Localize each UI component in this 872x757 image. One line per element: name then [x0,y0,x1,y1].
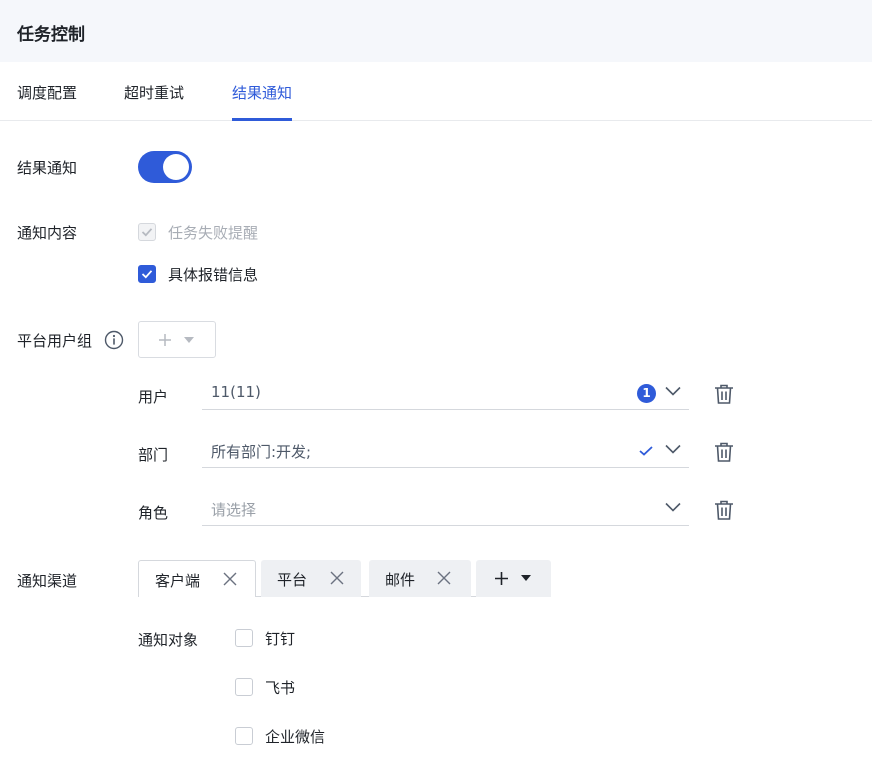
dingtalk-checkbox[interactable] [235,629,253,647]
caret-down-icon [184,337,194,343]
notify-content-label: 通知内容 [17,224,78,242]
user-select-value: 11(11) [211,383,261,401]
task-failure-checkbox[interactable] [138,223,156,241]
switch-knob [163,154,189,180]
caret-down-icon [521,575,531,581]
platform-group-label: 平台用户组 [17,332,93,350]
page-header: 任务控制 [0,0,872,62]
check-icon [141,270,153,279]
plus-icon [495,572,508,585]
tab-bar: 调度配置 超时重试 结果通知 [0,62,872,121]
dept-select-value: 所有部门:开发; [211,443,312,461]
error-detail-label: 具体报错信息 [168,266,259,284]
result-notify-switch[interactable] [138,151,192,183]
dingtalk-label: 钉钉 [265,630,296,648]
role-select[interactable]: 请选择 [202,492,689,526]
channel-tabs: 客户端 平台 邮件 [138,560,551,597]
trash-icon[interactable] [713,499,735,521]
channel-tab-label: 客户端 [155,572,201,590]
trash-icon[interactable] [713,441,735,463]
wecom-checkbox[interactable] [235,727,253,745]
trash-icon[interactable] [713,383,735,405]
add-group-button[interactable] [138,321,216,358]
check-icon [141,228,153,237]
channel-tab-label: 平台 [277,571,308,589]
channels-label: 通知渠道 [17,572,78,590]
dept-select[interactable]: 所有部门:开发; [202,434,689,468]
close-icon[interactable] [437,571,451,585]
task-failure-label: 任务失败提醒 [168,224,259,242]
channel-tab-email[interactable]: 邮件 [369,560,471,597]
error-detail-checkbox[interactable] [138,265,156,283]
feishu-label: 飞书 [265,679,296,697]
user-row-label: 用户 [138,388,169,406]
close-icon[interactable] [330,571,344,585]
tab-schedule-config[interactable]: 调度配置 [17,82,77,121]
role-select-placeholder: 请选择 [211,501,257,519]
chevron-down-icon [665,444,681,454]
check-icon [639,446,653,456]
page-title: 任务控制 [17,25,85,45]
wecom-label: 企业微信 [265,728,326,746]
close-icon[interactable] [223,572,237,586]
user-select[interactable]: 11(11) 1 [202,376,689,410]
channel-tab-label: 邮件 [385,571,416,589]
tab-timeout-retry[interactable]: 超时重试 [124,82,184,121]
role-row-label: 角色 [138,504,169,522]
plus-icon [159,334,171,346]
channel-tab-platform[interactable]: 平台 [261,560,361,597]
notify-target-label: 通知对象 [138,631,199,649]
chevron-down-icon [665,386,681,396]
add-channel-button[interactable] [476,560,551,597]
user-count-badge: 1 [637,384,656,403]
result-notify-label: 结果通知 [17,159,78,177]
dept-row-label: 部门 [138,446,169,464]
tab-result-notify[interactable]: 结果通知 [232,82,293,121]
channel-tab-client[interactable]: 客户端 [138,560,256,597]
chevron-down-icon [665,502,681,512]
info-icon[interactable] [104,330,124,350]
feishu-checkbox[interactable] [235,678,253,696]
